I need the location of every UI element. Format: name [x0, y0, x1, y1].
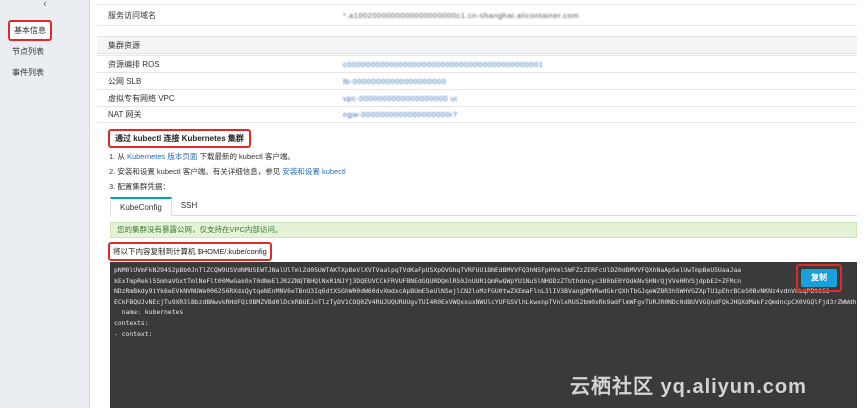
section-title-resources: 集群资源 [97, 36, 857, 54]
steps-list: 1. 从 Kubernetes 版本页面 下载最新的 kubectl 客户端。 … [109, 150, 346, 195]
connect-heading: 通过 kubectl 连接 Kubernetes 集群 [108, 129, 251, 148]
tab-ssh[interactable]: SSH [172, 197, 206, 216]
step-3: 3. 配置集群凭据： [109, 182, 170, 191]
service-table: 服务访问域名 *.a1002000000000000000000c1.cn-sh… [97, 4, 857, 26]
kubernetes-version-link[interactable]: Kubernetes 版本页面 [127, 152, 197, 161]
copy-button-highlight: 复制 [796, 264, 842, 292]
chevron-left-icon[interactable]: ‹ [34, 0, 56, 10]
kubeconfig-text: pNM0lUVmFkN294S2pBb0JnTlZCQW9USVdNMU5EWT… [114, 266, 857, 338]
copy-button[interactable]: 复制 [801, 269, 837, 287]
resource-key: 虚拟专有网络 VPC [108, 93, 175, 103]
copy-instruction: 将以下内容复制到计算机 $HOME/.kube/config [108, 242, 272, 261]
resource-link-slb[interactable]: lb-00000000000000000000 [343, 77, 446, 86]
resource-key: 资源编排 ROS [108, 59, 160, 69]
step-2-prefix: 2. 安装和设置 kubectl 客户端。有关详细信息，参见 [109, 167, 283, 176]
table-row: 虚拟专有网络 VPC vpc-0000000000000000000 ui [97, 89, 857, 106]
resources-table: 资源编排 ROS c000000000000000000000000000000… [97, 55, 857, 123]
service-domain: *.a1002000000000000000000c1.cn-shanghai.… [343, 10, 580, 20]
resource-link-vpc[interactable]: vpc-0000000000000000000 ui [343, 94, 457, 103]
table-row: NAT 网关 ngw-0000000000000000000r7 [97, 106, 857, 123]
step-2: 2. 安装和设置 kubectl 客户端。有关详细信息，参见 安装和设置 kub… [109, 165, 346, 180]
resource-key: NAT 网关 [108, 110, 142, 119]
vpc-notice: 您的集群没有暴露公网，仅支持在VPC内部访问。 [110, 222, 857, 238]
tab-kubeconfig[interactable]: KubeConfig [110, 197, 172, 216]
sidebar: ‹ 基本信息 节点列表 事件列表 [0, 0, 90, 408]
table-row: 服务访问域名 *.a1002000000000000000000c1.cn-sh… [97, 4, 857, 26]
resource-link-nat[interactable]: ngw-0000000000000000000r7 [343, 110, 458, 119]
resource-key: 公网 SLB [108, 76, 142, 86]
watermark: 云栖社区 yq.aliyun.com [570, 376, 807, 398]
resource-link-ros[interactable]: c000000000000000000000000000000000000000… [343, 60, 543, 69]
table-row: 公网 SLB lb-00000000000000000000 [97, 72, 857, 89]
step-1-suffix: 下载最新的 kubectl 客户端。 [197, 152, 295, 161]
sidebar-item-node-list[interactable]: 节点列表 [12, 46, 44, 57]
install-kubectl-link[interactable]: 安装和设置 kubectl [282, 167, 345, 176]
config-tabs: KubeConfig SSH [110, 197, 857, 216]
step-1: 1. 从 Kubernetes 版本页面 下载最新的 kubectl 客户端。 [109, 150, 346, 165]
main-content: 服务访问域名 *.a1002000000000000000000c1.cn-sh… [90, 0, 864, 408]
sidebar-item-basic-info[interactable]: 基本信息 [8, 20, 52, 41]
service-key: 服务访问域名 [108, 10, 156, 20]
step-1-prefix: 1. 从 [109, 152, 127, 161]
sidebar-item-event-list[interactable]: 事件列表 [12, 67, 44, 78]
table-row: 资源编排 ROS c000000000000000000000000000000… [97, 55, 857, 72]
